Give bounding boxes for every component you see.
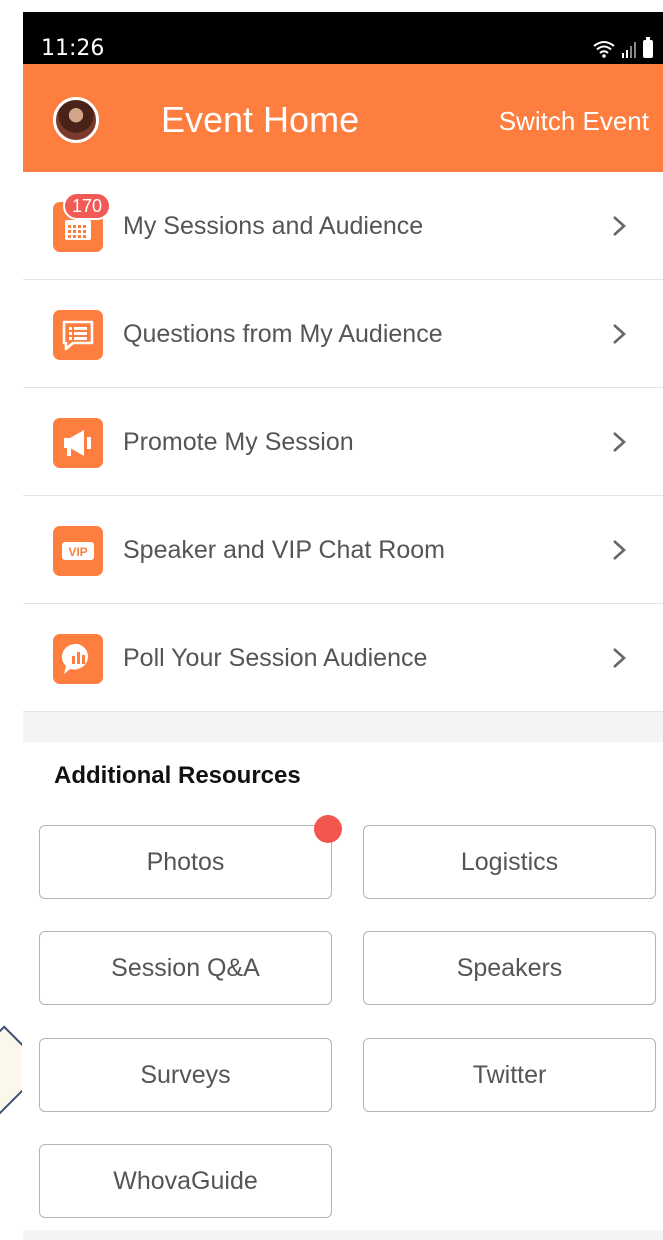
notification-count-badge: 170 [63,192,112,220]
signal-icon [622,42,636,58]
status-time: 11:26 [41,36,105,61]
avatar[interactable] [53,97,99,143]
battery-icon [643,37,653,58]
switch-event-button[interactable]: Switch Event [499,106,649,137]
photos-button[interactable]: Photos [39,825,332,899]
chevron-right-icon [613,540,626,560]
chevron-right-icon [613,432,626,452]
phone-screen: 11:26 Event Home Switch Event 170 My Ses… [23,12,663,1240]
session-qa-button[interactable]: Session Q&A [39,931,332,1005]
question-list-icon [53,310,103,360]
speakers-button[interactable]: Speakers [363,931,656,1005]
additional-resources-heading: Additional Resources [54,762,301,789]
bottom-divider [23,1230,663,1240]
app-header: Event Home Switch Event [23,64,663,172]
vip-icon: VIP [53,526,103,576]
menu-item-promote[interactable]: Promote My Session [23,388,663,496]
whovaguide-button[interactable]: WhovaGuide [39,1144,332,1218]
status-bar: 11:26 [23,12,663,64]
menu-item-label: My Sessions and Audience [123,212,424,240]
wifi-icon [593,41,615,58]
chevron-right-icon [613,648,626,668]
speaker-menu-list: 170 My Sessions and Audience Questions f… [23,172,663,712]
menu-item-label: Promote My Session [123,428,354,456]
vip-icon-text: VIP [68,545,87,559]
chevron-right-icon [613,324,626,344]
menu-item-label: Questions from My Audience [123,320,443,348]
page-title: Event Home [161,99,360,140]
surveys-button[interactable]: Surveys [39,1038,332,1112]
menu-item-questions[interactable]: Questions from My Audience [23,280,663,388]
chevron-right-icon [613,216,626,236]
new-content-dot-badge [314,815,342,843]
megaphone-icon [53,418,103,468]
section-divider [23,712,663,742]
twitter-button[interactable]: Twitter [363,1038,656,1112]
poll-icon [53,634,103,684]
menu-item-label: Poll Your Session Audience [123,644,428,672]
logistics-button[interactable]: Logistics [363,825,656,899]
menu-item-vip-chat[interactable]: VIP Speaker and VIP Chat Room [23,496,663,604]
menu-item-my-sessions[interactable]: 170 My Sessions and Audience [23,172,663,280]
menu-item-label: Speaker and VIP Chat Room [123,536,445,564]
menu-item-poll[interactable]: Poll Your Session Audience [23,604,663,712]
